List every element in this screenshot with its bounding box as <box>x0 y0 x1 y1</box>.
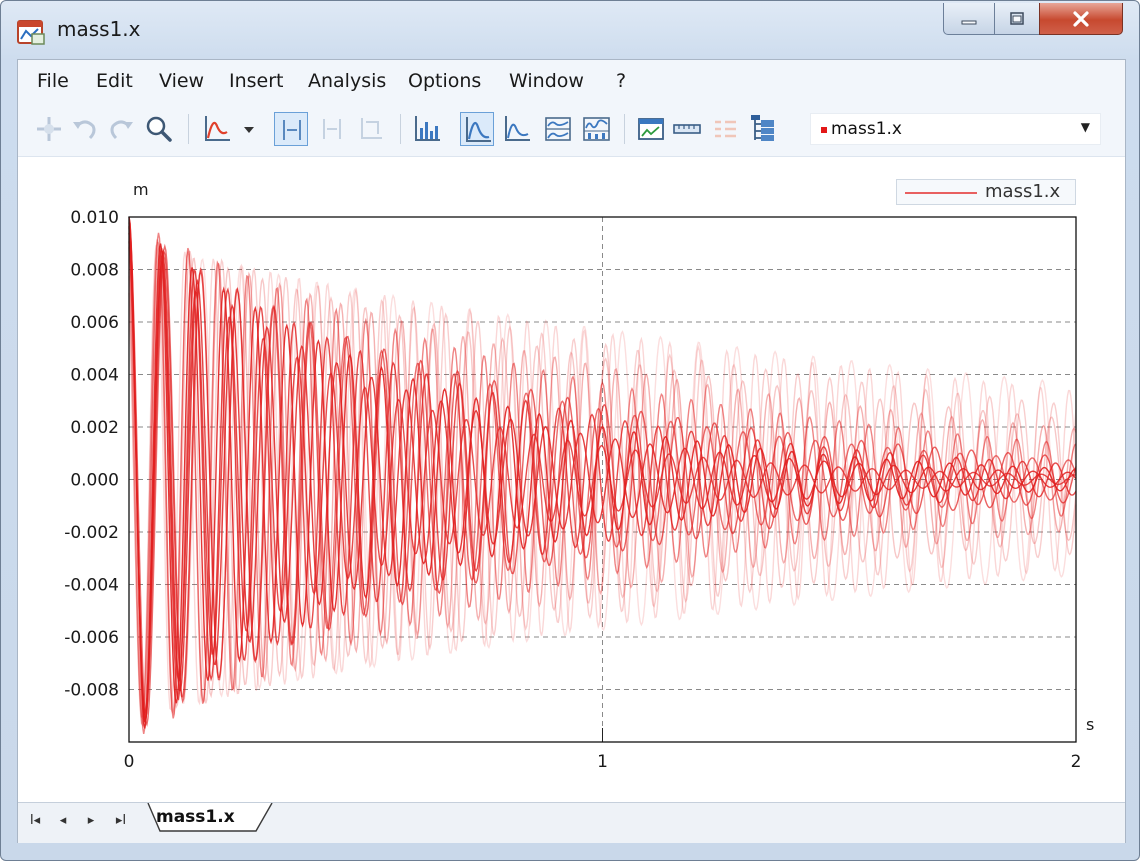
x-range-disabled-button[interactable] <box>315 112 349 146</box>
ruler-icon <box>673 124 701 134</box>
undo-button[interactable] <box>68 112 102 146</box>
menu-view[interactable]: View <box>159 70 204 92</box>
app-icon <box>17 20 45 45</box>
x-tick-label: 1 <box>597 752 608 772</box>
chevron-down-icon[interactable]: ▼ <box>1081 120 1090 134</box>
toolbar-separator <box>624 114 625 144</box>
menu-help[interactable]: ? <box>616 70 626 92</box>
y-tick-label: 0.004 <box>70 366 119 386</box>
menu-insert[interactable]: Insert <box>229 70 284 92</box>
toolbar-separator <box>400 114 401 144</box>
legend[interactable]: mass1.x <box>896 179 1076 205</box>
menu-edit[interactable]: Edit <box>96 70 133 92</box>
line-plot-icon <box>466 117 491 142</box>
y-range-icon <box>361 118 382 139</box>
move-icon <box>37 117 61 141</box>
new-window-button[interactable] <box>634 112 668 146</box>
document-client-area: File Edit View Insert Analysis Options W… <box>17 59 1126 843</box>
y-tick-label: -0.004 <box>64 576 119 596</box>
legend-label: mass1.x <box>985 181 1061 202</box>
toolbar: mass1.x ▼ <box>18 104 1125 157</box>
maximize-icon <box>1010 11 1024 25</box>
y-tick-label: 0.002 <box>70 418 119 438</box>
curve-style-dropdown[interactable] <box>232 112 254 146</box>
y-tick-label: 0.008 <box>70 261 119 281</box>
variable-color-swatch <box>821 127 827 133</box>
menu-analysis[interactable]: Analysis <box>308 70 386 92</box>
status-bar <box>1 841 1139 860</box>
y-axis-label: m <box>133 180 149 199</box>
dropdown-arrow-icon <box>244 127 254 133</box>
tree-icon <box>751 115 774 141</box>
prev-sheet-button[interactable]: ◂ <box>52 813 74 828</box>
first-sheet-button[interactable]: I◂ <box>24 813 46 828</box>
tree-button[interactable] <box>746 112 780 146</box>
plot-chart[interactable]: 0.010 0.008 0.006 0.004 0.002 0.000 -0.002 -0.0… <box>18 157 1125 802</box>
redo-icon <box>110 120 133 140</box>
application-window: mass1.x File Edit View Insert Analysis O… <box>0 0 1140 861</box>
line-plot-alt-button[interactable] <box>500 112 534 146</box>
x-range-icon <box>283 120 301 140</box>
x-range-button[interactable] <box>274 112 308 146</box>
x-range-disabled-icon <box>323 119 341 139</box>
variable-select-value: mass1.x <box>831 119 902 139</box>
x-axis-label: s <box>1086 715 1094 734</box>
y-tick-label: 0.000 <box>70 471 119 491</box>
line-plot-button[interactable] <box>460 112 494 146</box>
y-range-button[interactable] <box>354 112 388 146</box>
bar-plot-button[interactable] <box>410 112 444 146</box>
sheet-tab-bar: I◂ ◂ ▸ ▸I mass1.x <box>18 802 1125 843</box>
zoom-icon <box>146 116 172 142</box>
menu-options[interactable]: Options <box>408 70 481 92</box>
ruler-button[interactable] <box>670 112 704 146</box>
grid-icon <box>715 120 736 138</box>
stacked-plot-icon <box>545 117 571 141</box>
legend-line-swatch <box>905 192 977 194</box>
bar-plot-icon <box>415 116 440 141</box>
variable-select[interactable]: mass1.x ▼ <box>810 113 1101 145</box>
redo-button[interactable] <box>104 112 138 146</box>
x-tick-label: 0 <box>124 752 135 772</box>
close-button[interactable] <box>1039 3 1123 35</box>
curve-style-button[interactable] <box>200 112 234 146</box>
zoom-button[interactable] <box>142 112 176 146</box>
minimize-button[interactable] <box>943 3 995 35</box>
next-sheet-button[interactable]: ▸ <box>80 813 102 828</box>
plot-area[interactable]: 0.010 0.008 0.006 0.004 0.002 0.000 -0.002 -0.0… <box>18 157 1125 802</box>
window-title: mass1.x <box>57 17 141 41</box>
move-button[interactable] <box>32 112 66 146</box>
line-plot-alt-icon <box>505 116 530 141</box>
title-bar[interactable]: mass1.x <box>1 1 1139 59</box>
y-tick-label: 0.006 <box>70 313 119 333</box>
sheet-tab-label[interactable]: mass1.x <box>156 807 235 827</box>
x-tick-label: 2 <box>1071 752 1082 772</box>
multi-plot-button[interactable] <box>579 112 613 146</box>
stacked-plot-button[interactable] <box>540 112 574 146</box>
y-tick-label: -0.008 <box>64 681 119 701</box>
window-icon <box>638 118 664 140</box>
curve-style-icon <box>205 116 230 141</box>
menu-bar: File Edit View Insert Analysis Options W… <box>18 60 1125 104</box>
toolbar-separator <box>188 114 189 144</box>
minimize-icon <box>961 20 977 24</box>
y-tick-label: 0.010 <box>70 208 119 228</box>
last-sheet-button[interactable]: ▸I <box>110 813 132 828</box>
multi-plot-icon <box>583 117 610 141</box>
undo-icon <box>73 120 96 140</box>
grid-button[interactable] <box>708 112 742 146</box>
y-tick-label: -0.002 <box>64 523 119 543</box>
y-tick-label: -0.006 <box>64 628 119 648</box>
maximize-button[interactable] <box>994 3 1040 35</box>
menu-window[interactable]: Window <box>509 70 584 92</box>
menu-file[interactable]: File <box>37 70 69 92</box>
close-icon <box>1073 10 1089 27</box>
